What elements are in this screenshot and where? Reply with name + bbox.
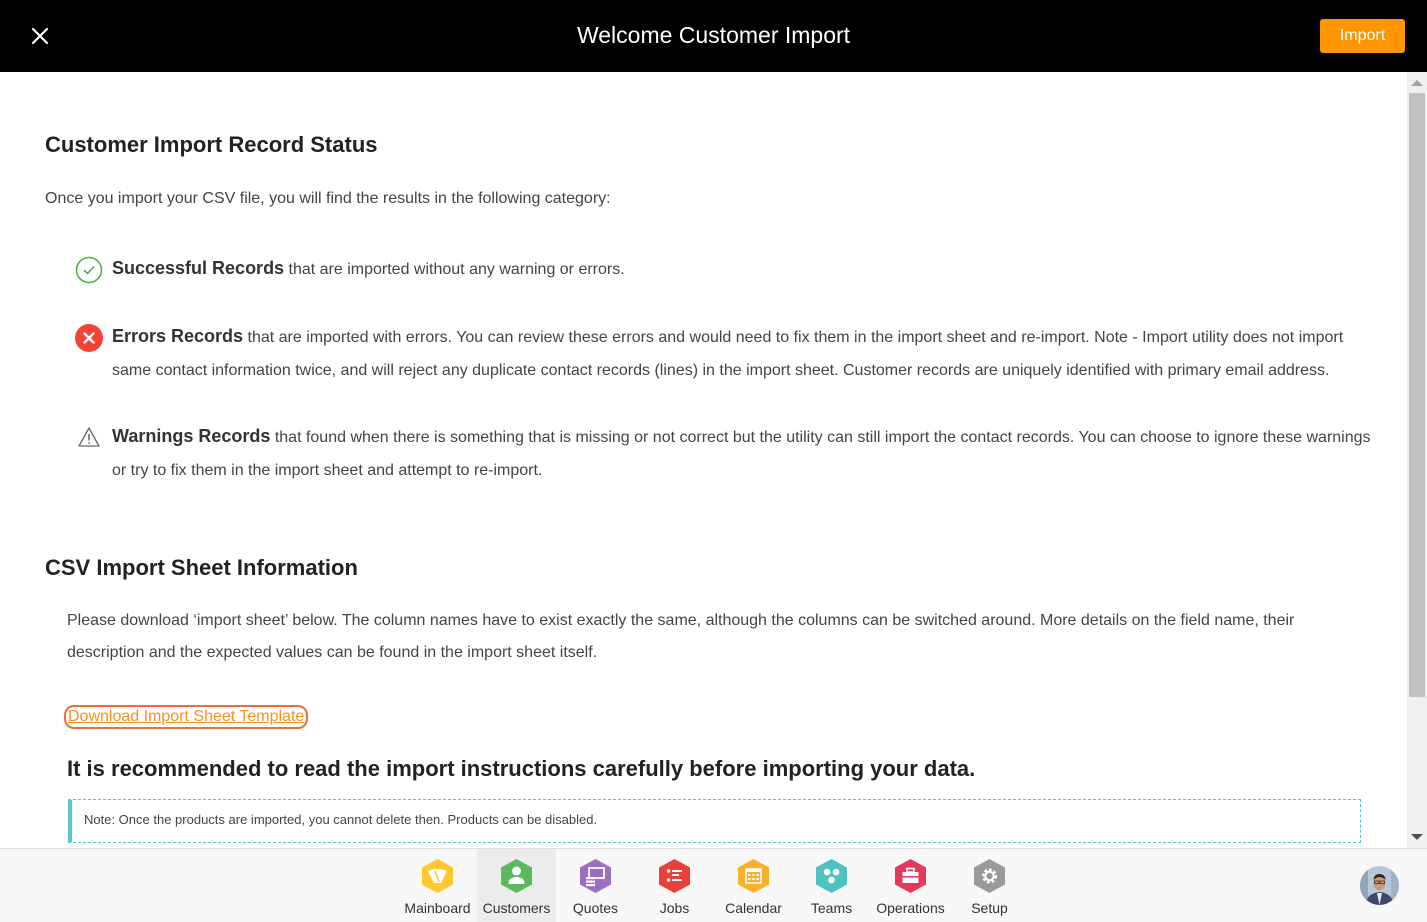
- calendar-icon: [738, 859, 769, 893]
- nav-label: Setup: [971, 900, 1008, 916]
- scroll-down-arrow-icon[interactable]: [1411, 834, 1423, 840]
- vertical-scrollbar[interactable]: [1407, 72, 1427, 848]
- warning-triangle-icon: [75, 424, 103, 452]
- status-item-warnings: Warnings Records that found when there i…: [112, 420, 1372, 487]
- setup-icon: [974, 859, 1005, 893]
- mainboard-icon: [422, 859, 453, 893]
- status-item-errors: Errors Records that are imported with er…: [112, 320, 1372, 387]
- top-bar: Welcome Customer Import Import: [0, 0, 1427, 72]
- status-item-title: Warnings Records: [112, 426, 271, 446]
- nav-item-teams[interactable]: Teams: [792, 849, 871, 922]
- page-title: Welcome Customer Import: [576, 22, 851, 48]
- quotes-icon: [580, 859, 611, 893]
- nav-label: Mainboard: [404, 900, 471, 916]
- customer-icon: [501, 859, 532, 893]
- nav-item-calendar[interactable]: Calendar: [714, 849, 793, 922]
- csv-heading: CSV Import Sheet Information: [45, 555, 358, 580]
- scroll-up-arrow-icon[interactable]: [1411, 80, 1423, 86]
- status-item-title: Errors Records: [112, 326, 244, 346]
- status-item-success: Successful Records that are imported wit…: [112, 252, 1372, 286]
- jobs-icon: [659, 859, 690, 893]
- nav-item-customers[interactable]: Customers: [477, 849, 556, 922]
- download-template-link[interactable]: Download Import Sheet Template: [64, 705, 309, 729]
- check-circle-icon: [75, 256, 103, 284]
- bottom-nav: Mainboard Customers Quotes Jobs Calendar…: [0, 848, 1427, 922]
- nav-item-operations[interactable]: Operations: [871, 849, 950, 922]
- operations-icon: [895, 859, 926, 893]
- scroll-thumb[interactable]: [1409, 93, 1425, 697]
- nav-label: Operations: [876, 900, 945, 916]
- error-circle-icon: [75, 324, 103, 352]
- status-intro: Once you import your CSV file, you will …: [45, 190, 611, 207]
- nav-label: Calendar: [725, 900, 782, 916]
- note-box: Note: Once the products are imported, yo…: [68, 799, 1361, 843]
- nav-item-mainboard[interactable]: Mainboard: [398, 849, 477, 922]
- content-area: Customer Import Record Status Once you i…: [0, 72, 1407, 848]
- nav-label: Customers: [482, 900, 551, 916]
- status-heading: Customer Import Record Status: [45, 132, 378, 157]
- csv-description: Please download ‘import sheet’ below. Th…: [67, 612, 1295, 661]
- nav-item-quotes[interactable]: Quotes: [556, 849, 635, 922]
- teams-icon: [816, 859, 847, 893]
- status-item-text: that found when there is something that …: [112, 429, 1371, 479]
- status-item-title: Successful Records: [112, 258, 285, 278]
- nav-label: Quotes: [572, 900, 619, 916]
- status-item-text: that are imported without any warning or…: [284, 261, 625, 278]
- nav-label: Jobs: [659, 900, 690, 916]
- avatar[interactable]: [1360, 866, 1399, 905]
- nav-item-jobs[interactable]: Jobs: [635, 849, 714, 922]
- status-item-text: that are imported with errors. You can r…: [112, 329, 1344, 379]
- nav-item-setup[interactable]: Setup: [950, 849, 1029, 922]
- import-button[interactable]: Import: [1320, 19, 1405, 53]
- nav-label: Teams: [810, 900, 853, 916]
- recommendation-heading: It is recommended to read the import ins…: [67, 756, 976, 781]
